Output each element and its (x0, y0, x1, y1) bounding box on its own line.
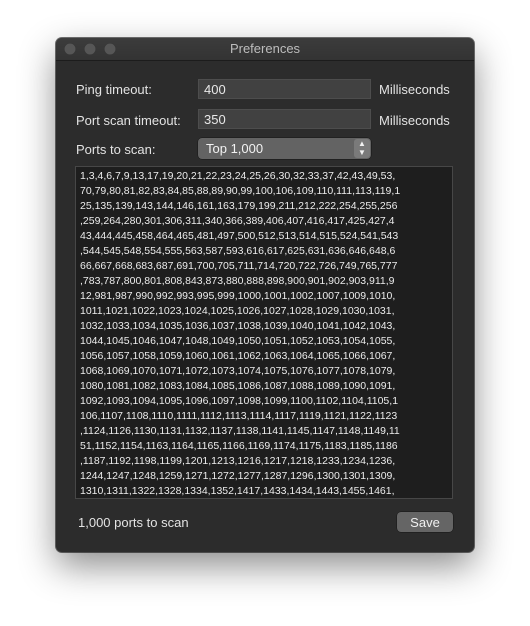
ports-to-scan-selected-value: Top 1,000 (206, 141, 264, 156)
port-scan-timeout-unit: Milliseconds (379, 113, 450, 128)
ports-list-text: 1,3,4,6,7,9,13,17,19,20,21,22,23,24,25,2… (80, 170, 401, 497)
port-scan-timeout-input[interactable] (198, 109, 371, 129)
window-title: Preferences (229, 41, 301, 56)
port-scan-timeout-label: Port scan timeout: (76, 113, 181, 128)
preferences-window: Preferences Ping timeout: Milliseconds P… (56, 38, 474, 552)
ping-timeout-input[interactable] (198, 79, 371, 99)
chevron-up-icon: ▲ (358, 139, 366, 148)
ports-to-scan-label: Ports to scan: (76, 142, 156, 157)
title-bar[interactable]: Preferences (56, 38, 474, 61)
ports-list-textarea[interactable]: 1,3,4,6,7,9,13,17,19,20,21,22,23,24,25,2… (75, 166, 453, 499)
chevron-down-icon: ▼ (358, 148, 366, 157)
save-button[interactable]: Save (397, 512, 453, 532)
ports-to-scan-select[interactable]: Top 1,000 ▲ ▼ (198, 138, 371, 159)
select-arrows-icon: ▲ ▼ (354, 139, 370, 158)
ports-count-summary: 1,000 ports to scan (78, 515, 189, 530)
ping-timeout-unit: Milliseconds (379, 82, 450, 97)
ping-timeout-label: Ping timeout: (76, 82, 152, 97)
